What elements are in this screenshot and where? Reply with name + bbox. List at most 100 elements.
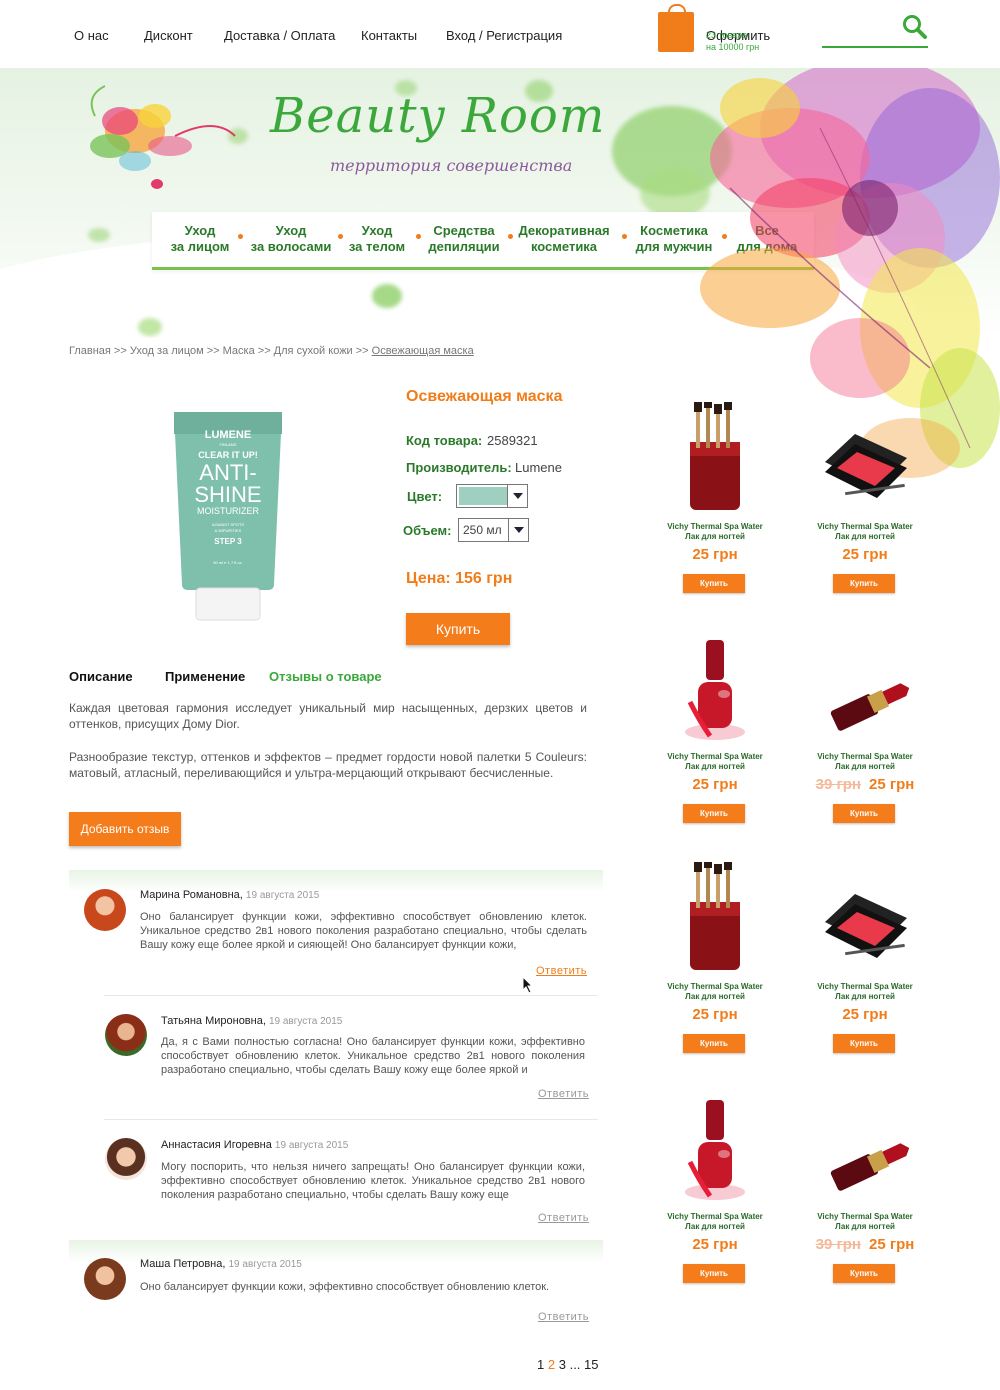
card-product-type: Лак для ногтей	[685, 1222, 745, 1231]
page-link[interactable]: 1	[537, 1357, 544, 1372]
add-review-button[interactable]: Добавить отзыв	[69, 812, 181, 846]
card-buy-button[interactable]: Купить	[833, 1034, 895, 1053]
product-price: Цена: 156 грн	[406, 570, 513, 587]
card-buy-button[interactable]: Купить	[683, 1034, 745, 1053]
review-date: 19 августа 2015	[245, 890, 320, 901]
reply-link[interactable]: Ответить	[538, 1311, 589, 1323]
chevron-down-icon[interactable]	[507, 485, 527, 507]
breadcrumb-current[interactable]: Освежающая маска	[372, 345, 474, 357]
nav-about-link[interactable]: О нас	[74, 28, 109, 43]
product-code: 2589321	[487, 433, 538, 448]
product-thumbnail[interactable]	[650, 862, 780, 972]
product-card[interactable]: Vichy Thermal Spa Water Лак для ногтей 39 …	[800, 1092, 930, 1292]
reply-link[interactable]: Ответить	[536, 965, 587, 977]
card-product-brand: Vichy Thermal Spa Water	[817, 752, 913, 761]
product-thumbnail[interactable]	[800, 632, 930, 742]
color-select[interactable]	[456, 484, 528, 508]
review-author: Маша Петровна, 19 августа 2015	[140, 1258, 302, 1270]
card-product-brand: Vichy Thermal Spa Water	[667, 752, 763, 761]
search-input[interactable]	[822, 46, 928, 48]
menu-separator-dot	[622, 234, 627, 239]
reply-link[interactable]: Ответить	[538, 1212, 589, 1224]
card-buy-button[interactable]: Купить	[683, 1264, 745, 1283]
card-product-name: Vichy Thermal Spa Water Лак для ногтей	[650, 982, 780, 1002]
product-thumbnail[interactable]	[650, 1092, 780, 1202]
card-buy-button[interactable]: Купить	[683, 574, 745, 593]
card-product-type: Лак для ногтей	[685, 992, 745, 1001]
reply-link[interactable]: Ответить	[538, 1088, 589, 1100]
product-card[interactable]: Vichy Thermal Spa Water Лак для ногтей 25 …	[650, 1092, 780, 1292]
product-image[interactable]: LUMENE FINLAND CLEAR IT UP! ANTI- SHINE …	[170, 408, 286, 622]
avatar	[105, 1138, 147, 1180]
volume-select[interactable]: 250 мл	[458, 518, 529, 542]
site-tagline: территория совершенства	[330, 156, 573, 175]
volume-value: 250 мл	[463, 523, 502, 537]
card-product-name: Vichy Thermal Spa Water Лак для ногтей	[800, 522, 930, 542]
search-icon[interactable]	[902, 14, 928, 40]
breadcrumb-path[interactable]: Главная >> Уход за лицом >> Маска >> Для…	[69, 345, 372, 357]
page-link[interactable]: 15	[584, 1357, 598, 1372]
category-depilation[interactable]: Средства депиляции	[422, 223, 506, 255]
product-thumbnail[interactable]	[650, 402, 780, 512]
category-decorative-cosmetics[interactable]: Декоративная косметика	[514, 223, 614, 255]
nav-login-link[interactable]: Вход / Регистрация	[446, 28, 562, 43]
category-body-care[interactable]: Уход за телом	[344, 223, 410, 255]
category-face-care[interactable]: Уход за лицом	[162, 223, 238, 255]
product-card[interactable]: Vichy Thermal Spa Water Лак для ногтей 39 …	[800, 632, 930, 832]
chevron-down-icon[interactable]	[508, 519, 528, 541]
review-divider	[104, 995, 598, 996]
product-thumbnail[interactable]	[800, 402, 930, 512]
card-current-price: 25 грн	[869, 776, 915, 793]
card-buy-button[interactable]: Купить	[833, 574, 895, 593]
product-thumbnail[interactable]	[650, 632, 780, 742]
product-card[interactable]: Vichy Thermal Spa Water Лак для ногтей 25 …	[650, 632, 780, 832]
card-old-price: 39 грн	[815, 776, 861, 793]
product-thumbnail[interactable]	[800, 1092, 930, 1202]
card-product-type: Лак для ногтей	[835, 992, 895, 1001]
category-menu: Уход за лицом Уход за волосами Уход за т…	[152, 212, 814, 270]
product-maker: Lumene	[515, 460, 562, 475]
page-ellipsis: ...	[569, 1357, 581, 1372]
shopping-bag-icon[interactable]	[658, 4, 694, 52]
tab-usage[interactable]: Применение	[165, 669, 245, 684]
site-logo[interactable]: Beauty Room	[270, 88, 605, 144]
page-current: 2	[547, 1357, 556, 1372]
card-product-brand: Vichy Thermal Spa Water	[817, 982, 913, 991]
product-card[interactable]: Vichy Thermal Spa Water Лак для ногтей 25 …	[800, 862, 930, 1062]
nav-contacts-link[interactable]: Контакты	[361, 28, 417, 43]
card-product-type: Лак для ногтей	[685, 532, 745, 541]
avatar	[84, 889, 126, 931]
tube-note-1: AGAINST SPOTS	[212, 522, 244, 527]
category-men-cosmetics[interactable]: Косметика для мужчин	[628, 223, 720, 255]
card-buy-button[interactable]: Купить	[683, 804, 745, 823]
tube-volume: 50 ml ℮ 1.7 fl.oz.	[213, 560, 243, 565]
card-product-name: Vichy Thermal Spa Water Лак для ногтей	[800, 982, 930, 1002]
product-thumbnail[interactable]	[800, 862, 930, 972]
card-product-name: Vichy Thermal Spa Water Лак для ногтей	[650, 752, 780, 772]
nav-discount-link[interactable]: Дисконт	[144, 28, 193, 43]
product-card[interactable]: Vichy Thermal Spa Water Лак для ногтей 25 …	[650, 402, 780, 602]
product-card[interactable]: Vichy Thermal Spa Water Лак для ногтей 25 …	[800, 402, 930, 602]
avatar	[105, 1014, 147, 1056]
card-buy-button[interactable]: Купить	[833, 804, 895, 823]
product-title: Освежающая маска	[406, 388, 563, 405]
review-author-name: Марина Романовна,	[140, 889, 243, 901]
nav-delivery-link[interactable]: Доставка / Оплата	[224, 28, 335, 43]
tab-reviews[interactable]: Отзывы о товаре	[269, 669, 382, 684]
card-product-brand: Vichy Thermal Spa Water	[667, 522, 763, 531]
page-link[interactable]: 3	[559, 1357, 566, 1372]
card-buy-button[interactable]: Купить	[833, 1264, 895, 1283]
tab-description[interactable]: Описание	[69, 669, 133, 684]
tube-name-2: SHINE	[194, 482, 261, 507]
menu-separator-dot	[508, 234, 513, 239]
tube-type: MOISTURIZER	[197, 506, 259, 516]
category-home[interactable]: Все для дома	[730, 223, 804, 255]
cart-summary: 23 товара на 10000 грн	[706, 29, 759, 53]
card-price: 25 грн	[800, 546, 930, 563]
category-hair-care[interactable]: Уход за волосами	[246, 223, 336, 255]
product-card[interactable]: Vichy Thermal Spa Water Лак для ногтей 25 …	[650, 862, 780, 1062]
buy-button[interactable]: Купить	[406, 613, 510, 645]
card-current-price: 25 грн	[692, 776, 738, 793]
card-price: 39 грн 25 грн	[800, 1236, 930, 1253]
card-product-type: Лак для ногтей	[835, 532, 895, 541]
